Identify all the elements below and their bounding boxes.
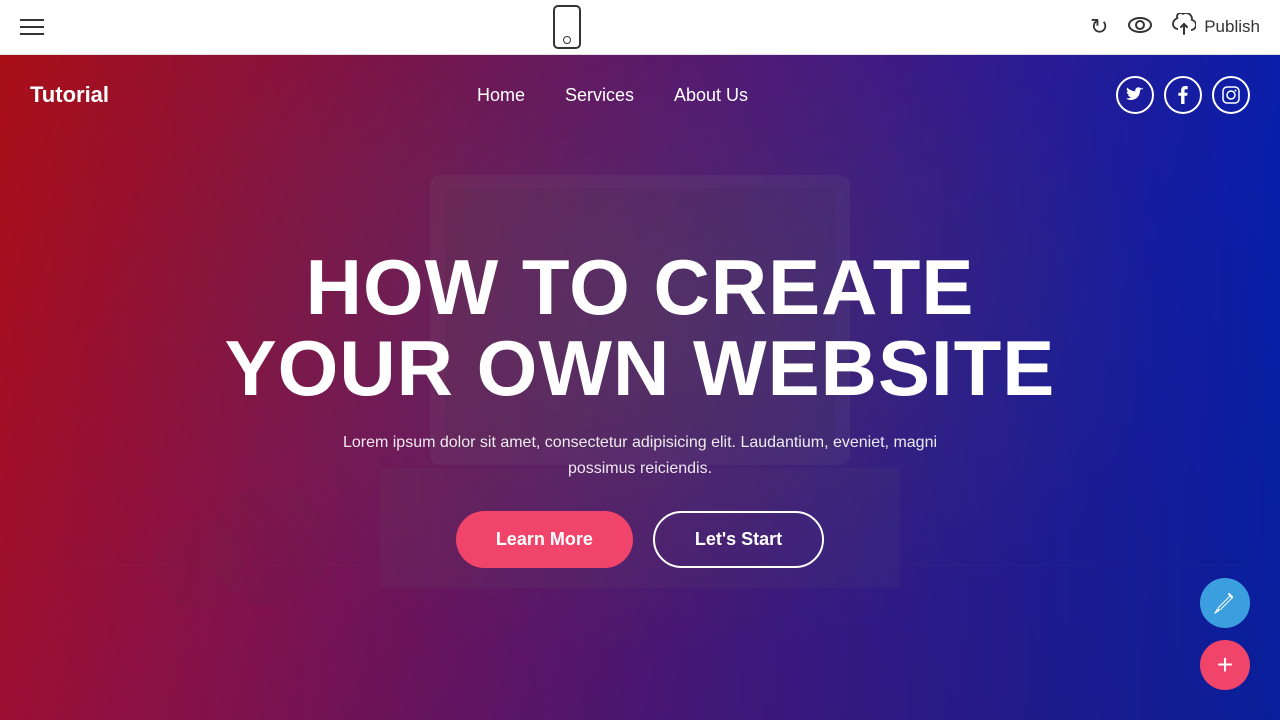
toolbar-left xyxy=(20,19,44,35)
facebook-button[interactable] xyxy=(1164,76,1202,114)
lets-start-button[interactable]: Let's Start xyxy=(653,511,824,568)
site-nav-socials xyxy=(1116,76,1250,114)
edit-fab-button[interactable] xyxy=(1200,578,1250,628)
hero-content: HOW TO CREATE YOUR OWN WEBSITE Lorem ips… xyxy=(125,247,1156,569)
publish-label: Publish xyxy=(1204,17,1260,37)
add-fab-button[interactable]: + xyxy=(1200,640,1250,690)
publish-button[interactable]: Publish xyxy=(1172,13,1260,41)
toolbar-center xyxy=(553,5,581,49)
nav-link-services[interactable]: Services xyxy=(565,85,634,106)
hamburger-menu-icon[interactable] xyxy=(20,19,44,35)
hero-title: HOW TO CREATE YOUR OWN WEBSITE xyxy=(225,247,1056,411)
instagram-button[interactable] xyxy=(1212,76,1250,114)
learn-more-button[interactable]: Learn More xyxy=(456,511,633,568)
hero-title-line2: YOUR OWN WEBSITE xyxy=(225,324,1056,412)
website-preview: Tutorial Home Services About Us xyxy=(0,55,1280,720)
nav-link-home[interactable]: Home xyxy=(477,85,525,106)
cloud-upload-icon xyxy=(1172,13,1196,41)
hero-subtitle: Lorem ipsum dolor sit amet, consectetur … xyxy=(340,430,940,481)
toolbar-right: ↺ Publish xyxy=(1090,13,1260,41)
twitter-button[interactable] xyxy=(1116,76,1154,114)
mobile-preview-icon[interactable] xyxy=(553,5,581,49)
undo-icon[interactable]: ↺ xyxy=(1090,14,1108,40)
site-nav-links: Home Services About Us xyxy=(477,85,748,106)
hero-buttons: Learn More Let's Start xyxy=(456,511,824,568)
eye-icon[interactable] xyxy=(1128,16,1152,39)
site-nav: Tutorial Home Services About Us xyxy=(0,55,1280,135)
site-logo[interactable]: Tutorial xyxy=(30,82,109,108)
nav-link-about[interactable]: About Us xyxy=(674,85,748,106)
hero-title-line1: HOW TO CREATE xyxy=(306,243,975,331)
toolbar: ↺ Publish xyxy=(0,0,1280,55)
fab-container: + xyxy=(1200,578,1250,690)
